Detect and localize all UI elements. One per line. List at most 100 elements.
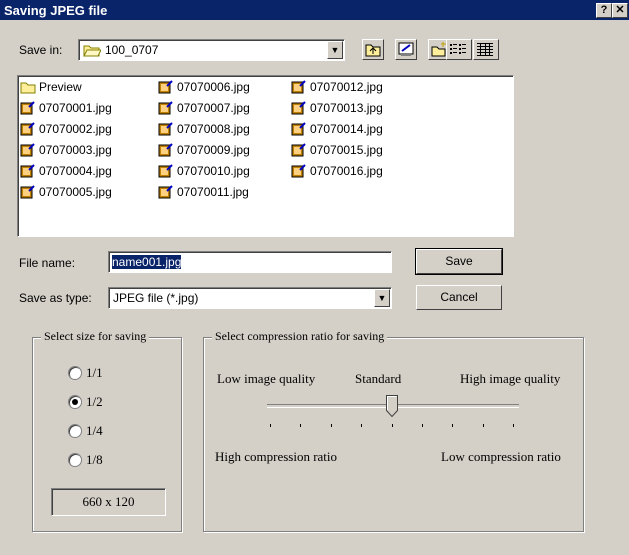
file-item-label: 07070002.jpg — [39, 122, 112, 136]
file-item-label: 07070013.jpg — [310, 101, 383, 115]
size-radio-label: 1/8 — [86, 452, 103, 467]
jpeg-file-icon — [291, 122, 306, 136]
up-folder-icon — [365, 44, 381, 57]
file-item-label: 07070009.jpg — [177, 143, 250, 157]
chevron-down-icon[interactable]: ▼ — [374, 289, 390, 307]
standard-label: Standard — [355, 371, 402, 386]
up-folder-button[interactable] — [362, 39, 384, 60]
file-item[interactable]: 07070003.jpg — [20, 141, 112, 159]
folder-item-preview[interactable]: Preview — [20, 78, 82, 96]
save-in-value: 100_0707 — [105, 43, 159, 57]
compression-slider-thumb[interactable] — [386, 395, 398, 417]
save-button[interactable]: Save — [415, 248, 503, 275]
jpeg-file-icon — [20, 185, 35, 199]
save-in-label-text: Save in: — [19, 43, 63, 57]
slider-tick — [483, 424, 484, 427]
folder-item-label: Preview — [39, 80, 82, 94]
save-as-type-value: JPEG file (*.jpg) — [113, 291, 199, 305]
slider-tick — [361, 424, 362, 427]
slider-tick — [422, 424, 423, 427]
slider-tick — [392, 424, 393, 427]
jpeg-file-icon — [158, 185, 173, 199]
file-item-label: 07070008.jpg — [177, 122, 250, 136]
details-view-icon — [477, 43, 493, 56]
open-folder-icon — [83, 45, 101, 57]
slider-tick — [513, 424, 514, 427]
save-as-type-label: Save as type: — [19, 291, 92, 305]
size-radio-label: 1/1 — [86, 365, 103, 380]
save-in-label: Save in: — [19, 43, 62, 57]
compression-group: Select compression ratio for saving — [203, 329, 584, 532]
file-item[interactable]: 07070005.jpg — [20, 183, 112, 201]
high-quality-label: High image quality — [460, 371, 561, 386]
title-bar: Saving JPEG file ? ✕ — [0, 0, 629, 20]
file-list[interactable]: Preview 07070001.jpg 07070002.jpg 07070003… — [17, 75, 514, 237]
file-item[interactable]: 07070002.jpg — [20, 120, 112, 138]
file-name-value: name001.jpg — [112, 255, 182, 269]
cancel-button[interactable]: Cancel — [416, 285, 502, 310]
file-item-label: 07070004.jpg — [39, 164, 112, 178]
file-item[interactable]: 07070001.jpg — [20, 99, 112, 117]
file-item-label: 07070007.jpg — [177, 101, 250, 115]
slider-tick — [452, 424, 453, 427]
jpeg-file-icon — [291, 143, 306, 157]
close-button[interactable]: ✕ — [612, 3, 628, 18]
size-radio[interactable] — [68, 424, 82, 438]
file-item[interactable]: 07070015.jpg — [291, 141, 383, 159]
file-name-input[interactable]: name001.jpg — [108, 251, 392, 273]
window-title: Saving JPEG file — [4, 3, 108, 18]
desktop-button[interactable] — [395, 39, 417, 60]
jpeg-file-icon — [291, 101, 306, 115]
dimensions-value: 660 x 120 — [82, 494, 135, 509]
file-item[interactable]: 07070010.jpg — [158, 162, 250, 180]
desktop-icon — [398, 42, 414, 56]
file-item-label: 07070006.jpg — [177, 80, 250, 94]
file-item-label: 07070003.jpg — [39, 143, 112, 157]
jpeg-file-icon — [158, 143, 173, 157]
jpeg-file-icon — [158, 164, 173, 178]
file-item-label: 07070016.jpg — [310, 164, 383, 178]
compression-group-title: Select compression ratio for saving — [212, 329, 388, 344]
file-item-label: 07070001.jpg — [39, 101, 112, 115]
file-item[interactable]: 07070008.jpg — [158, 120, 250, 138]
list-view-button[interactable] — [446, 39, 472, 60]
file-item[interactable]: 07070006.jpg — [158, 78, 250, 96]
jpeg-file-icon — [20, 164, 35, 178]
jpeg-file-icon — [291, 80, 306, 94]
file-item[interactable]: 07070007.jpg — [158, 99, 250, 117]
size-radio-label: 1/4 — [86, 423, 103, 438]
file-item[interactable]: 07070009.jpg — [158, 141, 250, 159]
list-view-icon — [450, 44, 466, 54]
file-name-label: File name: — [19, 256, 76, 270]
file-item[interactable]: 07070014.jpg — [291, 120, 383, 138]
file-item-label: 07070015.jpg — [310, 143, 383, 157]
slider-tick — [331, 424, 332, 427]
size-radio[interactable] — [68, 366, 82, 380]
jpeg-file-icon — [20, 122, 35, 136]
dimensions-display: 660 x 120 — [51, 488, 166, 516]
file-item[interactable]: 07070011.jpg — [158, 183, 249, 201]
file-item-label: 07070014.jpg — [310, 122, 383, 136]
size-group-title: Select size for saving — [41, 329, 150, 344]
low-quality-label: Low image quality — [217, 371, 316, 386]
file-item[interactable]: 07070012.jpg — [291, 78, 383, 96]
file-item-label: 07070011.jpg — [177, 185, 249, 199]
file-item-label: 07070005.jpg — [39, 185, 112, 199]
file-item[interactable]: 07070004.jpg — [20, 162, 112, 180]
folder-icon — [20, 82, 36, 93]
jpeg-file-icon — [158, 101, 173, 115]
save-as-type-dropdown[interactable]: JPEG file (*.jpg) ▼ — [108, 287, 392, 309]
file-item-label: 07070012.jpg — [310, 80, 383, 94]
save-in-dropdown[interactable]: 100_0707 ▼ — [78, 39, 345, 61]
file-item[interactable]: 07070013.jpg — [291, 99, 383, 117]
help-button[interactable]: ? — [596, 3, 612, 18]
radio-selected-dot — [72, 399, 78, 405]
chevron-down-icon[interactable]: ▼ — [327, 41, 343, 59]
jpeg-file-icon — [20, 143, 35, 157]
details-view-button[interactable] — [473, 39, 499, 60]
slider-tick — [300, 424, 301, 427]
size-radio[interactable] — [68, 395, 82, 409]
size-radio[interactable] — [68, 453, 82, 467]
file-item[interactable]: 07070016.jpg — [291, 162, 383, 180]
high-ratio-label: High compression ratio — [215, 449, 338, 464]
